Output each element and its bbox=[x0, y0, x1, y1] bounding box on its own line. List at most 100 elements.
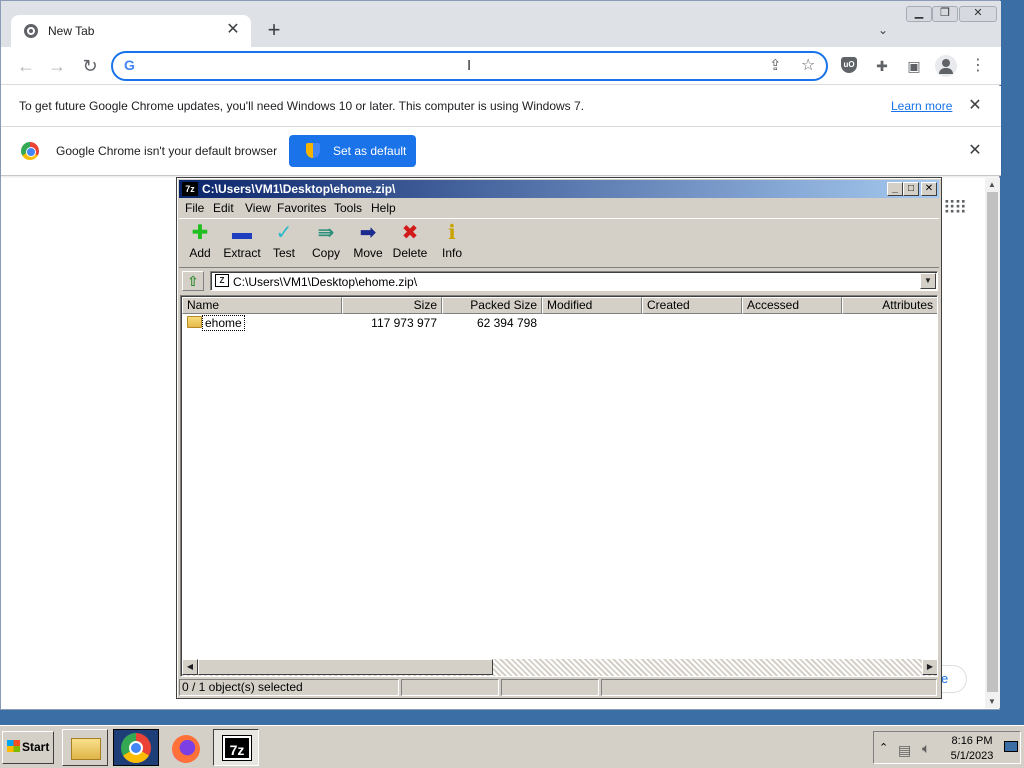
omnibox[interactable]: G I ⇪ ☆ bbox=[111, 51, 828, 81]
taskbar-7zip-button[interactable]: 7z bbox=[213, 729, 259, 766]
share-icon[interactable]: ⇪ bbox=[769, 56, 782, 74]
learn-more-link[interactable]: Learn more bbox=[891, 99, 952, 113]
add-button[interactable]: ✚ Add bbox=[177, 222, 223, 266]
7zip-menu-bar: File Edit View Favorites Tools Help bbox=[179, 199, 939, 217]
folder-icon bbox=[71, 738, 101, 760]
test-label: Test bbox=[272, 246, 295, 260]
folder-up-icon[interactable]: ⇧ bbox=[182, 271, 204, 291]
menu-help[interactable]: Help bbox=[371, 201, 396, 215]
info-button[interactable]: ℹ Info bbox=[429, 222, 475, 266]
clock-date[interactable]: 5/1/2023 bbox=[947, 750, 997, 762]
window-restore-button[interactable]: ❐ bbox=[932, 6, 958, 22]
move-label: Move bbox=[353, 246, 383, 260]
star-icon[interactable]: ☆ bbox=[801, 55, 815, 75]
7zip-address-bar: ⇧ Z C:\Users\VM1\Desktop\ehome.zip\ ▼ bbox=[179, 269, 939, 293]
window-close-button[interactable]: ✕ bbox=[959, 6, 997, 22]
tab-new-tab[interactable]: New Tab ✕ bbox=[11, 15, 251, 47]
scroll-up-icon[interactable]: ▲ bbox=[988, 180, 996, 189]
taskbar-firefox-button[interactable] bbox=[163, 729, 209, 766]
horizontal-scrollbar-thumb[interactable] bbox=[198, 659, 493, 675]
tab-title: New Tab bbox=[48, 24, 95, 38]
menu-file[interactable]: File bbox=[185, 201, 204, 215]
scroll-down-icon[interactable]: ▼ bbox=[988, 697, 996, 706]
browser-toolbar: ← → ↻ G I ⇪ ☆ uO ✚ ▣ ⋮ bbox=[1, 47, 1001, 85]
column-modified[interactable]: Modified bbox=[542, 297, 642, 314]
column-packed-size[interactable]: Packed Size bbox=[442, 297, 542, 314]
copy-button[interactable]: ⇛ Copy bbox=[303, 222, 349, 266]
plus-icon: ✚ bbox=[191, 222, 209, 244]
extract-button[interactable]: ▬ Extract bbox=[219, 222, 265, 266]
show-hidden-icons-chevron-up-icon[interactable]: ⌃ bbox=[879, 741, 888, 754]
tab-close-icon[interactable]: ✕ bbox=[223, 20, 243, 40]
minus-icon: ▬ bbox=[232, 222, 252, 244]
profile-icon[interactable] bbox=[935, 55, 957, 77]
taskbar-explorer-button[interactable] bbox=[62, 729, 108, 766]
7zip-icon: 7z bbox=[222, 735, 252, 761]
apps-grid-icon[interactable]: ⠿⠿ bbox=[943, 198, 967, 219]
update-infobar-message: To get future Google Chrome updates, you… bbox=[19, 99, 585, 113]
extract-label: Extract bbox=[223, 246, 261, 260]
menu-edit[interactable]: Edit bbox=[213, 201, 234, 215]
tab-strip: New Tab ✕ + ⌄ ▁ ❐ ✕ bbox=[1, 1, 1001, 47]
7zip-title-bar[interactable]: 7z C:\Users\VM1\Desktop\ehome.zip\ _ □ ✕ bbox=[179, 180, 939, 198]
reload-icon[interactable]: ↻ bbox=[79, 55, 101, 77]
7zip-close-button[interactable]: ✕ bbox=[921, 182, 937, 196]
delete-button[interactable]: ✖ Delete bbox=[387, 222, 433, 266]
default-browser-infobar-close-icon[interactable]: ✕ bbox=[967, 143, 983, 159]
add-label: Add bbox=[189, 246, 211, 260]
taskbar: Start 7z ⌃ ▤ 🔈︎ 8:16 PM 5/1/2023 bbox=[0, 725, 1024, 768]
kebab-menu-icon[interactable]: ⋮ bbox=[969, 57, 987, 75]
start-button[interactable]: Start bbox=[2, 731, 54, 764]
chrome-logo-icon bbox=[21, 142, 39, 160]
archive-icon: Z bbox=[215, 274, 229, 287]
uac-shield-icon bbox=[306, 143, 320, 158]
delete-label: Delete bbox=[392, 246, 428, 260]
column-created[interactable]: Created bbox=[642, 297, 742, 314]
taskbar-chrome-button[interactable] bbox=[113, 729, 159, 766]
7zip-window-title: C:\Users\VM1\Desktop\ehome.zip\ bbox=[202, 182, 396, 196]
ublock-icon[interactable]: uO bbox=[841, 57, 859, 75]
window-minimize-button[interactable]: ▁ bbox=[906, 6, 932, 22]
7zip-maximize-button[interactable]: □ bbox=[903, 182, 919, 196]
windows-logo-icon bbox=[7, 740, 20, 752]
puzzle-icon[interactable]: ✚ bbox=[873, 57, 891, 75]
update-infobar-close-icon[interactable]: ✕ bbox=[967, 98, 983, 114]
menu-favorites[interactable]: Favorites bbox=[277, 201, 326, 215]
chevron-down-icon[interactable]: ▼ bbox=[920, 273, 936, 289]
file-list-horizontal-scrollbar[interactable]: ◀ ▶ bbox=[182, 659, 937, 676]
forward-arrow-icon[interactable]: → bbox=[46, 55, 68, 77]
omnibox-input[interactable] bbox=[149, 57, 749, 75]
test-button[interactable]: ✓ Test bbox=[261, 222, 307, 266]
column-size[interactable]: Size bbox=[342, 297, 442, 314]
column-accessed[interactable]: Accessed bbox=[742, 297, 842, 314]
page-scrollbar[interactable]: ▲ ▼ bbox=[985, 178, 1000, 708]
scroll-right-icon[interactable]: ▶ bbox=[922, 659, 937, 675]
clock-time[interactable]: 8:16 PM bbox=[947, 735, 997, 747]
new-tab-plus-icon[interactable]: + bbox=[263, 19, 285, 41]
side-panel-icon[interactable]: ▣ bbox=[905, 57, 923, 75]
7zip-minimize-button[interactable]: _ bbox=[887, 182, 903, 196]
arrow-right-icon: ➡ bbox=[359, 222, 377, 244]
tab-search-chevron-down-icon[interactable]: ⌄ bbox=[874, 21, 892, 39]
back-arrow-icon[interactable]: ← bbox=[15, 55, 37, 77]
column-attributes[interactable]: Attributes bbox=[842, 297, 937, 314]
set-as-default-button[interactable]: Set as default bbox=[289, 135, 416, 167]
archive-path-combobox[interactable]: Z C:\Users\VM1\Desktop\ehome.zip\ ▼ bbox=[210, 271, 938, 291]
status-panel-4 bbox=[601, 679, 937, 696]
show-desktop-icon[interactable] bbox=[1004, 741, 1018, 752]
column-name[interactable]: Name bbox=[182, 297, 342, 314]
text-cursor-icon: I bbox=[467, 57, 472, 74]
file-list[interactable]: Name Size Packed Size Modified Created A… bbox=[180, 295, 938, 677]
double-arrow-right-icon: ⇛ bbox=[317, 222, 335, 244]
menu-view[interactable]: View bbox=[245, 201, 271, 215]
move-button[interactable]: ➡ Move bbox=[345, 222, 391, 266]
page-scrollbar-thumb[interactable] bbox=[987, 192, 998, 692]
volume-icon[interactable]: 🔈︎ bbox=[922, 740, 930, 757]
scroll-left-icon[interactable]: ◀ bbox=[182, 659, 198, 675]
status-selection: 0 / 1 object(s) selected bbox=[179, 679, 399, 696]
table-row[interactable]: ehome 117 973 977 62 394 798 bbox=[182, 314, 937, 331]
menu-tools[interactable]: Tools bbox=[334, 201, 362, 215]
row-size: 117 973 977 bbox=[371, 316, 437, 330]
status-panel-3 bbox=[501, 679, 599, 696]
network-icon[interactable]: ▤ bbox=[898, 742, 911, 759]
